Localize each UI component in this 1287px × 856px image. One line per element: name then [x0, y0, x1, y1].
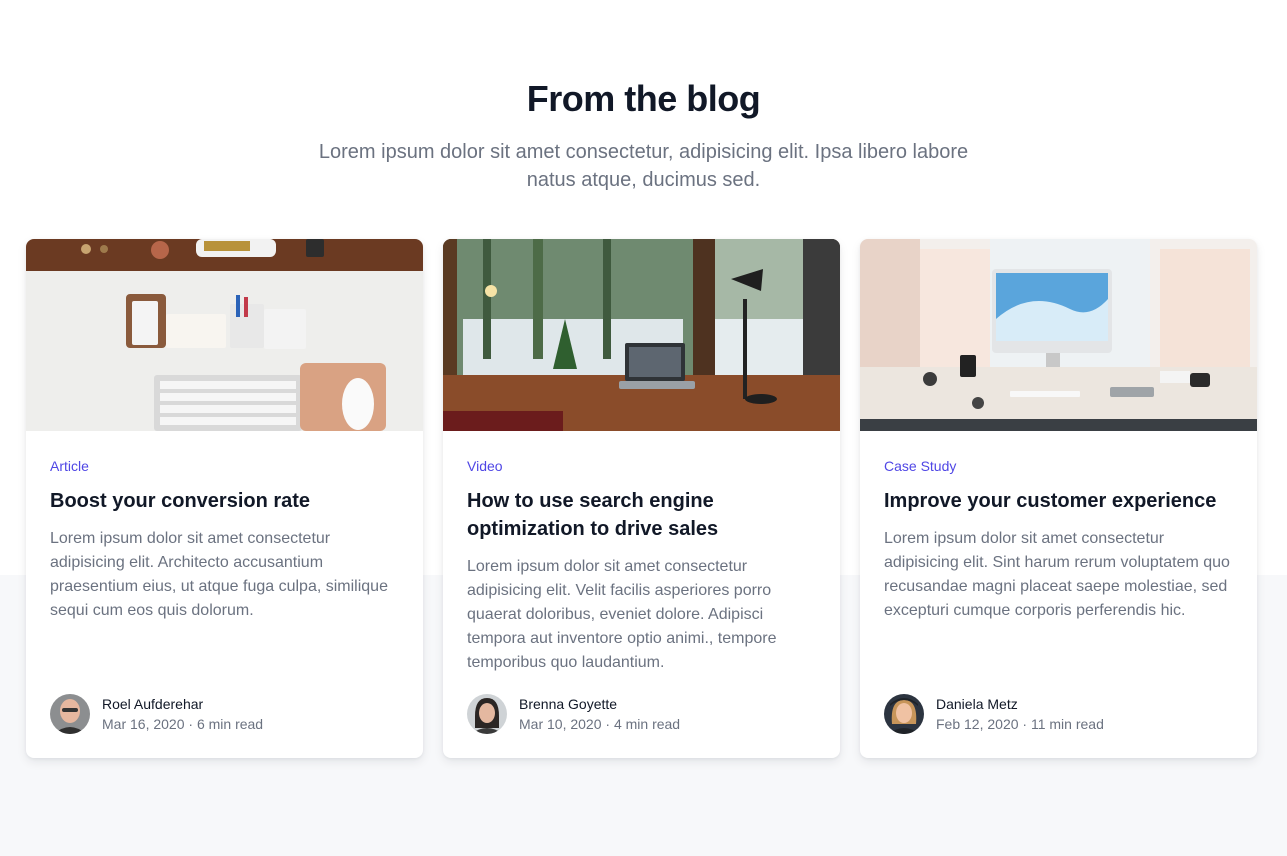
blog-post-card[interactable]: Article Boost your conversion rate Lorem…	[26, 239, 423, 758]
post-image-imac-desk[interactable]	[860, 239, 1257, 431]
blog-post-card[interactable]: Video How to use search engine optimizat…	[443, 239, 840, 758]
post-category[interactable]: Case Study	[884, 457, 1233, 475]
author-name[interactable]: Roel Aufderehar	[102, 694, 263, 714]
post-excerpt: Lorem ipsum dolor sit amet consectetur a…	[50, 530, 388, 619]
post-read-time: 11 min read	[1030, 716, 1104, 732]
post-author: Roel Aufderehar Mar 16, 2020 · 6 min rea…	[50, 694, 263, 734]
post-excerpt: Lorem ipsum dolor sit amet consectetur a…	[467, 558, 777, 671]
blog-post-card[interactable]: Case Study Improve your customer experie…	[860, 239, 1257, 758]
post-image-desk-flatlay[interactable]	[26, 239, 423, 431]
blog-post-grid: Article Boost your conversion rate Lorem…	[26, 239, 1257, 758]
author-name[interactable]: Daniela Metz	[936, 694, 1104, 714]
post-category[interactable]: Article	[50, 457, 399, 475]
post-author: Brenna Goyette Mar 10, 2020 · 4 min read	[467, 694, 680, 734]
post-image-window-desk[interactable]	[443, 239, 840, 431]
post-author: Daniela Metz Feb 12, 2020 · 11 min read	[884, 694, 1104, 734]
meta-separator: ·	[1022, 716, 1028, 732]
blog-header: From the blog Lorem ipsum dolor sit amet…	[0, 78, 1287, 194]
post-date: Mar 16, 2020	[102, 716, 185, 732]
post-excerpt: Lorem ipsum dolor sit amet consectetur a…	[884, 530, 1230, 619]
post-date: Feb 12, 2020	[936, 716, 1019, 732]
post-title[interactable]: Boost your conversion rate	[50, 487, 399, 515]
post-date: Mar 10, 2020	[519, 716, 602, 732]
author-avatar[interactable]	[50, 694, 90, 734]
author-name[interactable]: Brenna Goyette	[519, 694, 680, 714]
post-title[interactable]: How to use search engine optimization to…	[467, 487, 816, 543]
post-meta: Mar 16, 2020 · 6 min read	[102, 714, 263, 734]
page-title: From the blog	[526, 78, 761, 119]
post-read-time: 4 min read	[613, 716, 681, 732]
post-category[interactable]: Video	[467, 457, 816, 475]
page-subtitle: Lorem ipsum dolor sit amet consectetur, …	[318, 141, 969, 191]
post-read-time: 6 min read	[196, 716, 264, 732]
post-meta: Mar 10, 2020 · 4 min read	[519, 714, 680, 734]
meta-separator: ·	[605, 716, 611, 732]
post-title[interactable]: Improve your customer experience	[884, 487, 1233, 515]
author-avatar[interactable]	[884, 694, 924, 734]
author-avatar[interactable]	[467, 694, 507, 734]
meta-separator: ·	[188, 716, 194, 732]
post-meta: Feb 12, 2020 · 11 min read	[936, 714, 1104, 734]
